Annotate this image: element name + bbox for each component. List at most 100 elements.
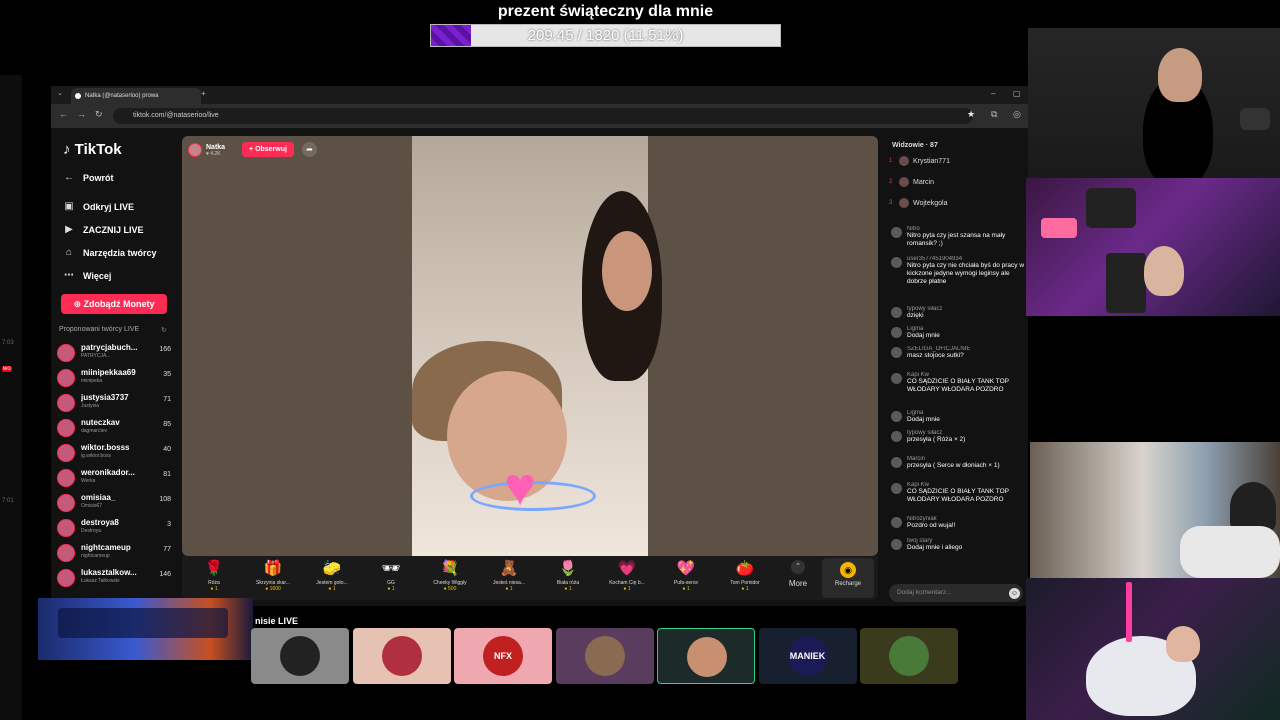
tiktok-logo-text: TikTok <box>74 141 122 158</box>
creator-item[interactable]: miinipekkaa69 miinipeka 35 <box>57 367 171 389</box>
chat-text: CO SĄDZICIE O BIAŁY TANK TOP WŁODARY WŁO… <box>907 378 1009 393</box>
suggested-live-thumb[interactable]: MANIEK <box>758 628 857 684</box>
nav-back-label: Powrót <box>83 172 114 183</box>
gift-item[interactable]: 🧸 Jesteś niesa... ● 1 <box>480 560 538 592</box>
follow-button[interactable]: + Obserwuj <box>242 142 294 157</box>
new-tab-icon[interactable]: + <box>201 89 206 98</box>
profile-icon[interactable]: ◎ <box>1013 109 1021 120</box>
nav-more[interactable]: ⋯ Więcej <box>63 270 111 281</box>
streamer-likes-count: 4.2K <box>210 150 221 157</box>
gift-item[interactable]: 🧽 Jestem goto... ● 1 <box>303 560 361 592</box>
chat-text: Dodaj mnie <box>907 332 940 339</box>
gift-item[interactable]: 💖 Pufa-serce ● 1 <box>657 560 715 592</box>
forward-arrow-icon[interactable]: → <box>77 109 86 119</box>
pc-case <box>1106 253 1146 313</box>
nav-creator-tools[interactable]: ⌂ Narzędzia twórcy <box>63 247 157 258</box>
emoji-icon[interactable]: ☺ <box>1009 588 1020 599</box>
gift-icon: 🍅 <box>735 560 755 577</box>
streamer-info[interactable]: Natka ♥ 4.2K <box>188 142 225 158</box>
nav-go-live[interactable]: ▶ ZACZNIJ LIVE <box>63 224 143 235</box>
creator-item[interactable]: lukasztalkow... Łukasz Talkowski 146 <box>57 567 171 589</box>
top-viewer[interactable]: 3 Wojtekgola <box>889 196 948 210</box>
back-arrow-icon[interactable]: ← <box>59 109 68 119</box>
creator-subtitle: miinipeka <box>81 378 103 384</box>
get-coins-button[interactable]: ⊕ Zdobądź Monety <box>61 294 167 314</box>
gift-item[interactable]: 💗 Kocham Cię b... ● 1 <box>598 560 656 592</box>
creator-subtitle: Omisio67 <box>81 503 103 509</box>
gift-item[interactable]: 🕶 GG ● 1 <box>362 560 420 592</box>
avatar <box>891 347 902 358</box>
gift-price: ● 1 <box>387 586 395 592</box>
thumb-label <box>556 628 654 684</box>
recharge-button[interactable]: ◉ Recharge <box>822 558 874 598</box>
gift-icon: 🎁 <box>263 560 283 577</box>
creator-item[interactable]: nightcameup nightcameup 77 <box>57 542 171 564</box>
gift-price: ● 1 <box>623 586 631 592</box>
chat-text: Nitro pyta czy jest szansa na mały roman… <box>907 232 1006 247</box>
top-viewer[interactable]: 1 Krystian771 <box>889 154 950 168</box>
nav-back[interactable]: ← Powrót <box>63 172 114 183</box>
gift-item[interactable]: 💐 Cheeky Wiggly ● 500 <box>421 560 479 592</box>
person-face <box>602 231 652 311</box>
address-bar: ← → ↻ tiktok.com/@nataserioo/live ★ ⧉ ◎ <box>51 104 1028 128</box>
suggested-live-thumb[interactable] <box>657 628 755 684</box>
creator-item[interactable]: wiktor.bosss ig.wiktor.boss 40 <box>57 442 171 464</box>
creator-subtitle: PATRYCJA... <box>81 353 111 359</box>
tiktok-note-icon: ♪ <box>63 141 71 158</box>
maximize-icon[interactable]: ▢ <box>1013 89 1021 98</box>
live-video[interactable]: ♥ <box>412 136 662 556</box>
suggested-live-thumb[interactable] <box>251 628 349 684</box>
creator-item[interactable]: patrycjabuch... PATRYCJA... 166 <box>57 342 171 364</box>
browser-window: ⌄ Natka (@nataserioo) prowa + – ▢ ← → ↻ … <box>51 86 1028 606</box>
strip-mark: 7:01 <box>2 498 14 504</box>
avatar <box>57 394 75 412</box>
minimize-icon[interactable]: – <box>991 89 995 98</box>
extensions-icon[interactable]: ⧉ <box>991 109 997 120</box>
nav-explore-live[interactable]: ▣ Odkryj LIVE <box>63 201 134 212</box>
creator-viewer-count: 108 <box>159 496 171 503</box>
creator-item[interactable]: nuteczkav dagmarctev 85 <box>57 417 171 439</box>
suggested-live-thumb[interactable] <box>860 628 958 684</box>
creator-item[interactable]: weronikador... Werka 81 <box>57 467 171 489</box>
creator-viewer-count: 77 <box>163 546 171 553</box>
streamer-name: Natka <box>206 143 226 151</box>
bookmark-star-icon[interactable]: ★ <box>967 109 975 120</box>
suggested-live-thumb[interactable] <box>555 628 654 684</box>
refresh-icon[interactable]: ↻ <box>161 326 167 334</box>
nav-explore-live-label: Odkryj LIVE <box>83 201 135 212</box>
url-input[interactable]: tiktok.com/@nataserioo/live <box>113 108 973 124</box>
gift-item[interactable]: 🎁 Skrzynia skar... ● 1600 <box>244 560 302 592</box>
avatar <box>57 344 75 362</box>
avatar <box>57 444 75 462</box>
browser-tab[interactable]: Natka (@nataserioo) prowa <box>71 88 201 104</box>
reload-icon[interactable]: ↻ <box>95 109 103 120</box>
chat-message: user3577451904934 Nitro pyta czy nie chci… <box>891 256 1028 286</box>
avatar <box>891 483 902 494</box>
avatar <box>57 494 75 512</box>
suggested-live-thumb[interactable]: NFX <box>454 628 552 684</box>
suggested-live-thumb[interactable] <box>352 628 451 684</box>
thumb-label <box>353 628 451 684</box>
nav-creator-tools-label: Narzędzia twórcy <box>83 247 157 258</box>
chat-text: dzięki <box>907 312 924 319</box>
creator-name: weronikador... <box>81 468 135 477</box>
gift-item[interactable]: 🍅 Tom Pomidor ● 1 <box>716 560 774 592</box>
share-icon[interactable]: ➦ <box>302 142 317 157</box>
top-viewer[interactable]: 2 Marcin <box>889 175 934 189</box>
gift-item[interactable]: 🌷 Biała róża ● 1 <box>539 560 597 592</box>
avatar <box>891 327 902 338</box>
comment-input[interactable]: Dodaj komentarz... <box>889 584 1023 602</box>
creator-viewer-count: 85 <box>163 421 171 428</box>
tab-list-icon[interactable]: ⌄ <box>57 89 63 97</box>
suggested-creators-title: Proponowani twórcy LIVE <box>59 326 140 333</box>
chat-message: Kapi Kw CO SĄDZICIE O BIAŁY TANK TOP WŁOD… <box>891 482 1028 504</box>
gift-item[interactable]: 🌹 Róża ● 1 <box>185 560 243 592</box>
creator-item[interactable]: omisiaa_ Omisio67 108 <box>57 492 171 514</box>
creator-item[interactable]: destroya8 Destroya 3 <box>57 517 171 539</box>
person-face <box>1144 246 1184 296</box>
chat-message: Kapi Kw CO SĄDZICIE O BIAŁY TANK TOP WŁOD… <box>891 372 1028 394</box>
more-gifts-button[interactable]: ⌃ More <box>778 560 818 588</box>
tiktok-logo[interactable]: ♪ TikTok <box>63 141 122 158</box>
creator-item[interactable]: justysia3737 Justysia 71 <box>57 392 171 414</box>
live-stage[interactable]: Natka ♥ 4.2K + Obserwuj ➦ ♥ <box>182 136 878 556</box>
